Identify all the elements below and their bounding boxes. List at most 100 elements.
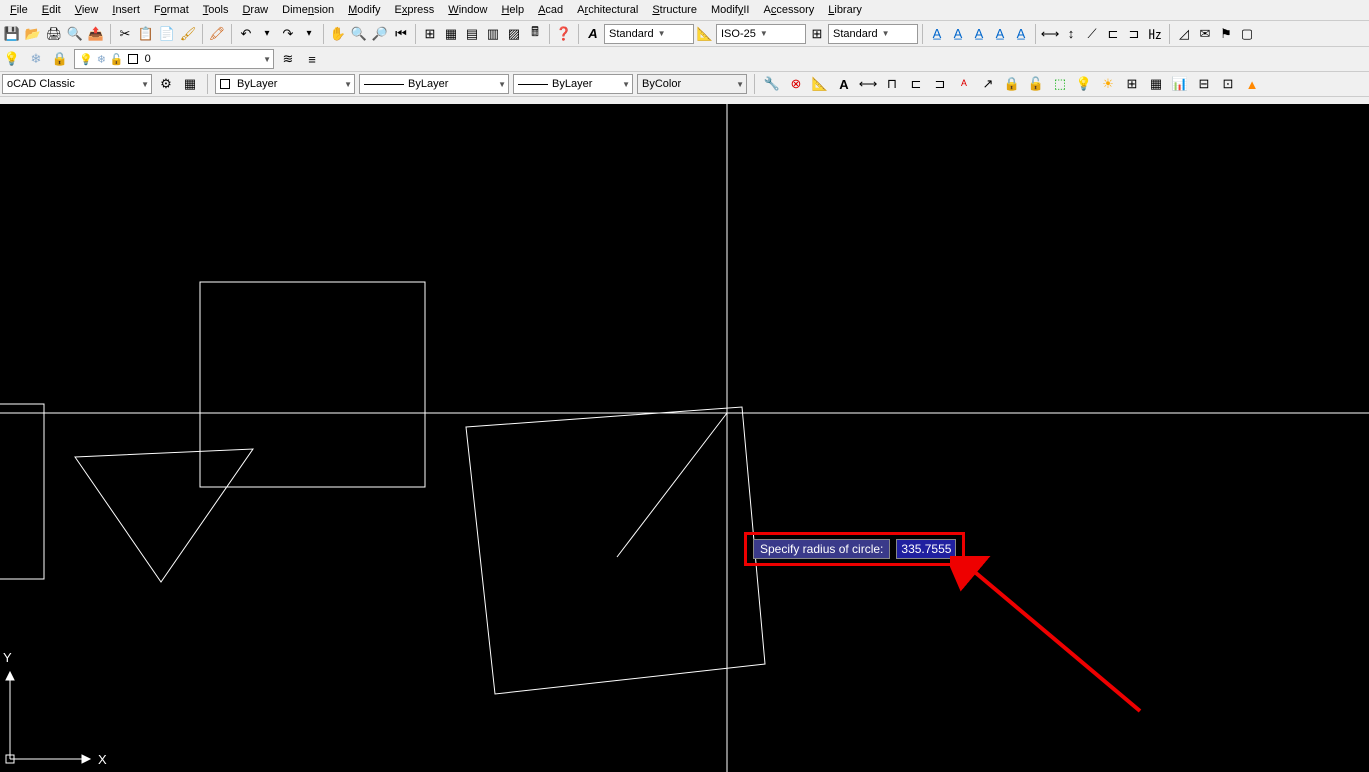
menu-edit[interactable]: Edit <box>36 2 67 18</box>
redo-icon[interactable]: ↷ <box>278 24 298 44</box>
menu-modify[interactable]: Modify <box>342 2 386 18</box>
menu-dimension[interactable]: Dimension <box>276 2 340 18</box>
gear-icon[interactable]: ⚙ <box>156 74 176 94</box>
lineweight-dropdown[interactable]: ByLayer ▼ <box>513 74 633 94</box>
dim-arc-icon[interactable]: A̲ <box>969 24 989 44</box>
menu-file[interactable]: File <box>4 2 34 18</box>
menu-express[interactable]: Express <box>389 2 441 18</box>
drawing-area[interactable]: X Y Specify radius of circle: 335.7555 <box>0 104 1369 772</box>
dim-1-icon[interactable]: ⟷ <box>1040 24 1060 44</box>
unlock-icon[interactable]: 🔓 <box>1026 74 1046 94</box>
undo-icon[interactable]: ↶ <box>236 24 256 44</box>
tool-o-icon[interactable]: ⊡ <box>1218 74 1238 94</box>
tool-g-icon[interactable]: ⊏ <box>906 74 926 94</box>
markup-icon[interactable]: ▨ <box>504 24 524 44</box>
redo-arrow-icon[interactable]: ▾ <box>299 24 319 44</box>
paste-icon[interactable]: 📄 <box>157 24 177 44</box>
dim-style-icon[interactable]: 📐 <box>695 24 715 44</box>
tool-d-icon[interactable]: A <box>834 74 854 94</box>
menu-library[interactable]: Library <box>822 2 868 18</box>
undo-arrow-icon[interactable]: ▾ <box>257 24 277 44</box>
bulb-icon[interactable]: 💡 <box>2 49 22 69</box>
help-icon[interactable]: ❓ <box>554 24 574 44</box>
menu-acad[interactable]: Acad <box>532 2 569 18</box>
bulb2-icon[interactable]: 💡 <box>1074 74 1094 94</box>
layer-states-icon[interactable]: ≡ <box>302 49 322 69</box>
cut-icon[interactable]: ✂ <box>115 24 135 44</box>
freeze-icon[interactable]: ❄ <box>26 49 46 69</box>
tool-i-icon[interactable]: ᴬ <box>954 74 974 94</box>
tool-n-icon[interactable]: ⊟ <box>1194 74 1214 94</box>
preview-icon[interactable]: 🔍 <box>65 24 85 44</box>
tool-e-icon[interactable]: ⟷ <box>858 74 878 94</box>
tool-palette-icon[interactable]: ▤ <box>462 24 482 44</box>
copy-icon[interactable]: 📋 <box>136 24 156 44</box>
zoom-rt-icon[interactable]: 🔍 <box>349 24 369 44</box>
sun-icon[interactable]: ☀ <box>1098 74 1118 94</box>
match-icon[interactable]: 🖌 <box>178 24 198 44</box>
ws-icon[interactable]: ▦ <box>180 74 200 94</box>
table-style-dropdown[interactable]: Standard ▼ <box>828 24 918 44</box>
tool-m-icon[interactable]: 📊 <box>1170 74 1190 94</box>
dim-style-dropdown[interactable]: ISO-25 ▼ <box>716 24 806 44</box>
lock2-icon[interactable]: 🔒 <box>1002 74 1022 94</box>
dim-ord-icon[interactable]: A̲ <box>990 24 1010 44</box>
menu-view[interactable]: View <box>69 2 105 18</box>
open-icon[interactable]: 📂 <box>23 24 43 44</box>
dim-2-icon[interactable]: ↕ <box>1061 24 1081 44</box>
dim-5-icon[interactable]: ⊐ <box>1124 24 1144 44</box>
print-icon[interactable]: 🖨 <box>44 24 64 44</box>
tool-f-icon[interactable]: ⊓ <box>882 74 902 94</box>
menu-architectural[interactable]: Architectural <box>571 2 644 18</box>
dim-radius-icon[interactable]: A̲ <box>1011 24 1031 44</box>
dim-aligned-icon[interactable]: A̲ <box>948 24 968 44</box>
linetype-dropdown[interactable]: ByLayer ▼ <box>359 74 509 94</box>
flag-icon[interactable]: ⚑ <box>1216 24 1236 44</box>
menu-insert[interactable]: Insert <box>106 2 146 18</box>
dynamic-value-input[interactable]: 335.7555 <box>896 539 956 559</box>
design-center-icon[interactable]: ▦ <box>441 24 461 44</box>
brush-icon[interactable]: 🖍 <box>207 24 227 44</box>
menu-draw[interactable]: Draw <box>236 2 274 18</box>
plotstyle-dropdown[interactable]: ByColor ▼ <box>637 74 747 94</box>
box-icon[interactable]: ▢ <box>1237 24 1257 44</box>
menu-help[interactable]: Help <box>495 2 530 18</box>
menu-structure[interactable]: Structure <box>646 2 703 18</box>
dim-4-icon[interactable]: ⊏ <box>1103 24 1123 44</box>
workspace-dropdown[interactable]: oCAD Classic ▼ <box>2 74 152 94</box>
menu-modify2[interactable]: ModifyII <box>705 2 756 18</box>
properties-icon[interactable]: ⊞ <box>420 24 440 44</box>
layer-manager-icon[interactable]: ≋ <box>278 49 298 69</box>
text-style-icon[interactable]: A <box>583 24 603 44</box>
layer-dropdown[interactable]: 💡❄🔓 0 ▼ <box>74 49 274 69</box>
tool-l-icon[interactable]: ▦ <box>1146 74 1166 94</box>
table-style-icon[interactable]: ⊞ <box>807 24 827 44</box>
dim-text-icon[interactable]: ㎐ <box>1145 24 1165 44</box>
menu-window[interactable]: Window <box>442 2 493 18</box>
tool-b-icon[interactable]: ⊗ <box>786 74 806 94</box>
angle-icon[interactable]: ◿ <box>1174 24 1194 44</box>
lock-icon[interactable]: 🔒 <box>50 49 70 69</box>
zoom-window-icon[interactable]: 🔎 <box>370 24 390 44</box>
text-style-dropdown[interactable]: Standard ▼ <box>604 24 694 44</box>
tool-h-icon[interactable]: ⊐ <box>930 74 950 94</box>
publish-icon[interactable]: 📤 <box>86 24 106 44</box>
color-dropdown[interactable]: ByLayer ▼ <box>215 74 355 94</box>
pan-icon[interactable]: ✋ <box>328 24 348 44</box>
menu-tools[interactable]: Tools <box>197 2 235 18</box>
cube-icon[interactable]: ⬚ <box>1050 74 1070 94</box>
dim-linear-icon[interactable]: A̲ <box>927 24 947 44</box>
calc-icon[interactable]: 🖩 <box>525 24 545 44</box>
mail-icon[interactable]: ✉ <box>1195 24 1215 44</box>
sheet-set-icon[interactable]: ▥ <box>483 24 503 44</box>
save-icon[interactable]: 💾 <box>2 24 22 44</box>
menu-accessory[interactable]: Accessory <box>758 2 821 18</box>
tool-a-icon[interactable]: 🔧 <box>762 74 782 94</box>
tool-j-icon[interactable]: ↗ <box>978 74 998 94</box>
tool-c-icon[interactable]: 📐 <box>810 74 830 94</box>
cone-icon[interactable]: ▲ <box>1242 74 1262 94</box>
dim-3-icon[interactable]: ⟋ <box>1082 24 1102 44</box>
tool-k-icon[interactable]: ⊞ <box>1122 74 1142 94</box>
menu-format[interactable]: Format <box>148 2 195 18</box>
zoom-prev-icon[interactable]: ⏮ <box>391 24 411 44</box>
